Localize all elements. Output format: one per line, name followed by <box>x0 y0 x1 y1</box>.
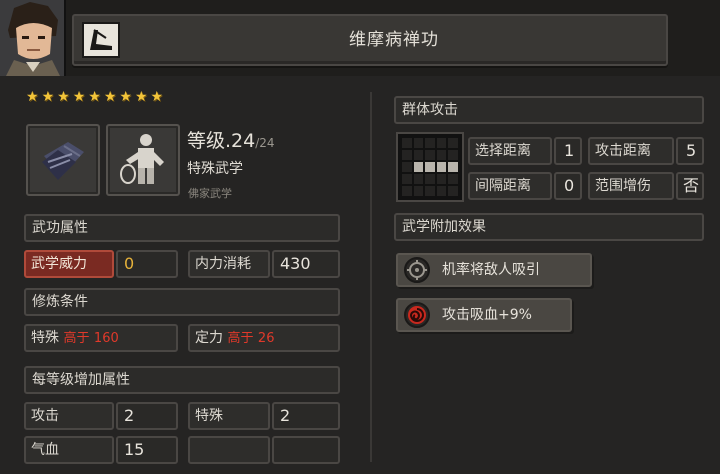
section-effects: 武学附加效果 <box>394 213 704 241</box>
effect-item[interactable]: 机率将敌人吸引 <box>396 253 592 287</box>
power-value: 0 <box>116 250 178 278</box>
per-level-hp-label: 气血 <box>24 436 114 464</box>
gap-range-value: 0 <box>554 172 582 200</box>
grid-cell <box>402 162 412 172</box>
star-icon: ★ <box>72 89 86 105</box>
swirl-icon <box>404 302 430 328</box>
skill-type: 特殊武学 <box>187 161 243 177</box>
target-icon <box>404 257 430 283</box>
attack-range-grid-icon <box>396 132 464 202</box>
requirement-value: 160 <box>93 331 119 346</box>
attack-range-label: 攻击距离 <box>588 137 674 165</box>
star-icon: ★ <box>41 89 55 105</box>
per-level-special-value: 2 <box>272 402 340 430</box>
grid-cell <box>402 150 412 160</box>
per-level-attack-value: 2 <box>116 402 178 430</box>
requirement-label: 定力 <box>195 330 223 346</box>
martial-art-icon <box>82 22 120 58</box>
level-value: 24 <box>231 130 256 152</box>
grid-cell <box>413 186 424 196</box>
star-icon: ★ <box>134 89 148 105</box>
requirement-value: 26 <box>257 331 275 346</box>
requirement-cond: 高于 <box>63 331 90 346</box>
star-icon: ★ <box>119 89 132 105</box>
grid-cell <box>436 174 447 184</box>
grid-cell <box>436 150 447 160</box>
grid-cell <box>448 174 458 184</box>
stance-item-slot[interactable] <box>106 124 180 196</box>
star-icon: ★ <box>88 89 101 105</box>
requirement-focus: 定力 高于 26 <box>188 324 340 352</box>
grid-cell <box>402 174 412 184</box>
area-bonus-value: 否 <box>676 172 704 200</box>
level-max: /24 <box>255 136 275 150</box>
grid-cell <box>425 138 435 148</box>
grid-cell <box>413 162 424 172</box>
martial-pose-icon <box>120 134 164 184</box>
level-prefix: 等级. <box>187 130 232 152</box>
cost-value: 430 <box>272 250 340 278</box>
grid-cell <box>448 162 458 172</box>
grid-cell <box>448 186 458 196</box>
grid-cell <box>436 138 447 148</box>
grid-cell <box>436 162 447 172</box>
per-level-special-label: 特殊 <box>188 402 270 430</box>
section-requirements: 修炼条件 <box>24 288 340 316</box>
grid-cell <box>413 150 424 160</box>
star-icon: ★ <box>103 89 117 105</box>
grid-cell <box>448 150 458 160</box>
column-divider <box>370 92 372 462</box>
per-level-hp-value: 15 <box>116 436 178 464</box>
requirement-cond: 高于 <box>227 331 254 346</box>
rank-stars: ★ ★ ★ ★ ★ ★ ★ ★ ★ <box>26 89 163 105</box>
effect-text: 机率将敌人吸引 <box>442 262 540 278</box>
cost-label: 内力消耗 <box>188 250 270 278</box>
grid-cell <box>425 186 435 196</box>
per-level-empty-label <box>188 436 270 464</box>
effect-item[interactable]: 攻击吸血+9% <box>396 298 572 332</box>
grid-cell <box>402 186 412 196</box>
star-icon: ★ <box>57 89 70 105</box>
section-per-level: 每等级增加属性 <box>24 366 340 394</box>
skill-school: 佛家武学 <box>188 187 232 200</box>
tab-power[interactable]: 武学威力 <box>24 250 114 278</box>
grid-cell <box>425 174 435 184</box>
scroll-icon <box>42 142 84 180</box>
grid-cell <box>436 186 447 196</box>
per-level-attack-label: 攻击 <box>24 402 114 430</box>
grid-cell <box>425 150 435 160</box>
section-attributes: 武功属性 <box>24 214 340 242</box>
effect-text: 攻击吸血+9% <box>442 307 532 323</box>
select-range-value: 1 <box>554 137 582 165</box>
per-level-empty-value <box>272 436 340 464</box>
section-attack: 群体攻击 <box>394 96 704 124</box>
select-range-label: 选择距离 <box>468 137 552 165</box>
manual-item-slot[interactable] <box>26 124 100 196</box>
requirement-special: 特殊 高于 160 <box>24 324 178 352</box>
star-icon: ★ <box>26 89 39 105</box>
star-icon: ★ <box>150 89 164 105</box>
character-avatar[interactable] <box>0 0 66 76</box>
grid-cell <box>413 138 424 148</box>
page-title: 维摩病禅功 <box>349 30 439 50</box>
requirement-label: 特殊 <box>31 330 59 346</box>
grid-cell <box>402 138 412 148</box>
grid-cell <box>425 162 435 172</box>
level-display: 等级.24/24 <box>187 126 275 153</box>
grid-cell <box>413 174 424 184</box>
attack-range-value: 5 <box>676 137 704 165</box>
gap-range-label: 间隔距离 <box>468 172 552 200</box>
grid-cell <box>448 138 458 148</box>
area-bonus-label: 范围增伤 <box>588 172 674 200</box>
